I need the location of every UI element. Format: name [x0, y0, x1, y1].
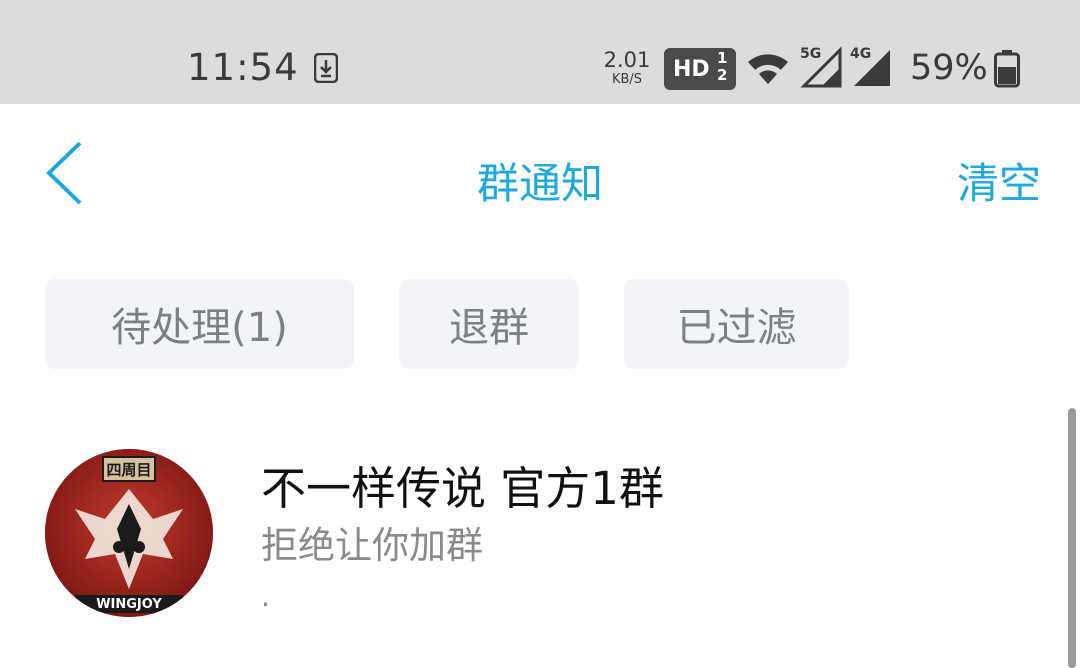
hd-num-top: 1	[717, 49, 728, 67]
tab-filtered[interactable]: 已过滤	[624, 279, 849, 369]
avatar-logo-text-bottom: WINGJOY	[96, 597, 162, 612]
network-speed: 2.01 KB/S	[602, 48, 652, 87]
download-notification-icon	[313, 52, 339, 87]
avatar[interactable]: 四周目 WINGJOY	[45, 449, 213, 617]
network-speed-value: 2.01	[603, 48, 651, 72]
notification-extra: .	[261, 580, 270, 613]
hd-num-bottom: 2	[717, 65, 728, 84]
avatar-logo-text-top: 四周目	[106, 461, 152, 479]
network-speed-unit: KB/S	[611, 72, 643, 87]
group-name: 不一样传说 官方1群	[261, 462, 664, 515]
hd-label: HD	[673, 57, 710, 82]
status-time: 11:54	[187, 46, 299, 89]
page-title: 群通知	[476, 159, 603, 208]
hd-voice-badge: HD 1 2	[664, 48, 736, 90]
battery-icon	[994, 50, 1020, 92]
tab-filtered-label: 已过滤	[676, 305, 797, 351]
tab-pending[interactable]: 待处理(1)	[45, 279, 354, 369]
wifi-icon	[746, 52, 790, 90]
clear-button[interactable]: 清空	[957, 150, 1041, 211]
hd-sim-slots: 1 2	[717, 50, 727, 83]
tab-quit-group[interactable]: 退群	[399, 279, 579, 369]
battery-percent: 59%	[910, 48, 988, 88]
status-bar: 11:54 2.01 KB/S HD 1 2 5G 4G 59%	[0, 0, 1080, 104]
notification-status: 拒绝让你加群	[261, 524, 483, 567]
tab-pending-label: 待处理(1)	[111, 305, 288, 351]
tab-quit-group-label: 退群	[449, 305, 529, 351]
scrollbar[interactable]	[1068, 408, 1076, 668]
